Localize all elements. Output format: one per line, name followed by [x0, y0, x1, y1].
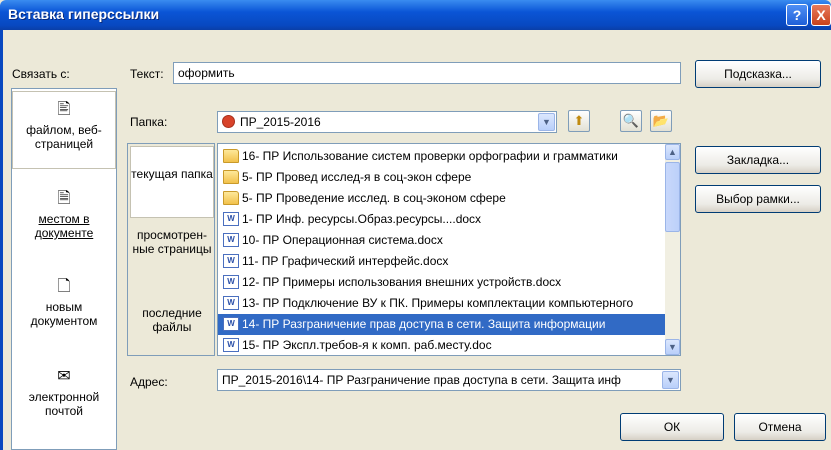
address-value: ПР_2015-2016\14- ПР Разграничение прав д…: [222, 373, 621, 387]
window-frame: [0, 30, 3, 450]
folder-icon: [223, 170, 239, 184]
hint-button[interactable]: Подсказка...: [695, 60, 821, 88]
word-document-icon: W: [223, 254, 239, 268]
cancel-button[interactable]: Отмена: [734, 413, 826, 441]
link-file-web-page-label: файлом, веб-страницей: [26, 123, 102, 151]
text-label: Текст:: [130, 67, 164, 81]
file-name: 15- ПР Экспл.требов-я к комп. раб.месту.…: [242, 338, 492, 352]
scroll-thumb[interactable]: [665, 162, 680, 232]
help-button[interactable]: ?: [786, 4, 808, 26]
folder-value: ПР_2015-2016: [240, 115, 321, 129]
word-document-icon: W: [223, 233, 239, 247]
file-name: 10- ПР Операционная система.docx: [242, 233, 443, 247]
new-document-icon: 🗋: [57, 278, 71, 295]
file-name: 13- ПР Подключение ВУ к ПК. Примеры комп…: [242, 296, 634, 310]
browse-file-button[interactable]: 📂: [650, 110, 672, 132]
email-icon: ✉: [57, 368, 71, 385]
ok-button[interactable]: ОК: [620, 413, 724, 441]
list-item[interactable]: W 15- ПР Экспл.требов-я к комп. раб.месту…: [218, 335, 666, 355]
close-button[interactable]: X: [811, 4, 831, 26]
folder-combo[interactable]: ПР_2015-2016 ▼: [217, 111, 557, 133]
link-email[interactable]: ✉ электронной почтой: [12, 367, 116, 437]
list-item[interactable]: W 14- ПР Разграничение прав доступа в сет…: [218, 314, 666, 335]
look-in-recent-files[interactable]: последние файлы: [130, 306, 214, 346]
file-name: 5- ПР Провед исслед-я в соц-экон сфере: [242, 170, 472, 184]
up-folder-button[interactable]: ⬆: [568, 110, 590, 132]
folder-icon: [223, 149, 239, 163]
list-item[interactable]: 5- ПР Провед исслед-я в соц-экон сфере: [218, 167, 666, 188]
bookmark-button[interactable]: Закладка...: [695, 146, 821, 174]
web-page-icon: 🖹: [57, 101, 71, 118]
link-email-label: электронной почтой: [28, 390, 100, 418]
scroll-up-icon[interactable]: ▲: [665, 144, 680, 160]
list-item[interactable]: W 11- ПР Графический интерфейс.docx: [218, 251, 666, 272]
word-document-icon: W: [223, 338, 239, 352]
address-label: Адрес:: [130, 375, 168, 389]
open-folder-icon: 📂: [652, 113, 670, 128]
list-item[interactable]: W 13- ПР Подключение ВУ к ПК. Примеры ком…: [218, 293, 666, 314]
chevron-down-icon[interactable]: ▼: [538, 113, 555, 131]
file-name: 16- ПР Использование систем проверки орф…: [242, 149, 618, 163]
word-document-icon: W: [223, 275, 239, 289]
window-title: Вставка гиперссылки: [8, 6, 160, 22]
link-to-label: Связать с:: [12, 67, 70, 81]
look-in-current-folder[interactable]: текущая папка: [130, 146, 214, 218]
link-new-document-label: новым документом: [30, 300, 98, 328]
file-name: 11- ПР Графический интерфейс.docx: [242, 254, 449, 268]
browse-web-icon: 🔍: [622, 113, 640, 128]
address-combo[interactable]: ПР_2015-2016\14- ПР Разграничение прав д…: [217, 369, 681, 391]
link-to-panel: 🖹 файлом, веб-страницей 🗎 местом в докум…: [11, 88, 117, 450]
word-document-icon: W: [223, 212, 239, 226]
link-new-document[interactable]: 🗋 новым документом: [12, 277, 116, 347]
browse-web-button[interactable]: 🔍: [620, 110, 642, 132]
title-bar[interactable]: Вставка гиперссылки ? X: [0, 0, 831, 30]
look-in-panel: текущая папка просмотрен-ные страницы по…: [127, 143, 215, 356]
link-place-in-document-label: местом в документе: [34, 212, 94, 240]
look-in-browsed-pages[interactable]: просмотрен-ные страницы: [130, 228, 214, 284]
scroll-down-icon[interactable]: ▼: [665, 339, 680, 355]
place-in-document-icon: 🗎: [57, 190, 71, 207]
vertical-scrollbar[interactable]: ▲ ▼: [665, 144, 680, 355]
list-item[interactable]: W 10- ПР Операционная система.docx: [218, 230, 666, 251]
file-name: 5- ПР Проведение исслед. в соц-эконом сф…: [242, 191, 506, 205]
list-item[interactable]: 5- ПР Проведение исслед. в соц-эконом сф…: [218, 188, 666, 209]
list-item[interactable]: W 1- ПР Инф. ресурсы.Образ.ресурсы....doc…: [218, 209, 666, 230]
up-folder-icon: ⬆: [573, 113, 585, 128]
file-name: 14- ПР Разграничение прав доступа в сети…: [242, 317, 606, 331]
link-file-web-page[interactable]: 🖹 файлом, веб-страницей: [12, 91, 116, 169]
list-item[interactable]: W 12- ПР Примеры использования внешних ус…: [218, 272, 666, 293]
file-name: 1- ПР Инф. ресурсы.Образ.ресурсы....docx: [242, 212, 482, 226]
file-name: 12- ПР Примеры использования внешних уст…: [242, 275, 562, 289]
folder-icon: [222, 115, 235, 128]
target-frame-button[interactable]: Выбор рамки...: [695, 185, 821, 213]
chevron-down-icon[interactable]: ▼: [662, 371, 679, 389]
folder-label: Папка:: [130, 115, 168, 129]
file-list[interactable]: 16- ПР Использование систем проверки орф…: [217, 143, 681, 356]
folder-icon: [223, 191, 239, 205]
list-item[interactable]: 16- ПР Использование систем проверки орф…: [218, 146, 666, 167]
text-input[interactable]: оформить: [173, 62, 681, 84]
word-document-icon: W: [223, 296, 239, 310]
word-document-icon: W: [223, 317, 239, 331]
link-place-in-document[interactable]: 🗎 местом в документе: [12, 189, 116, 259]
